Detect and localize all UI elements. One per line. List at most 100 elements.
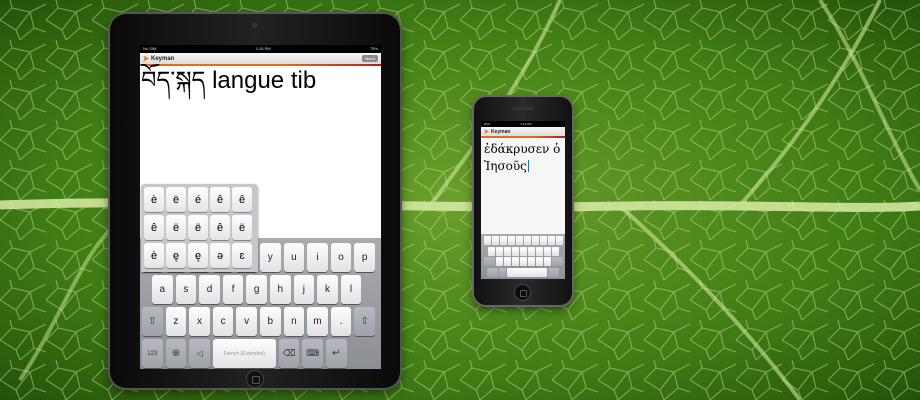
popup-key[interactable]: ë [166, 187, 186, 212]
key-c[interactable]: c [212, 307, 234, 336]
iphone-key[interactable] [519, 257, 527, 266]
keyboard-row-4: 123 ⊕ ◁ French (Extended) ⌫ ⌨ ↵ [140, 339, 381, 368]
key-f[interactable]: f [222, 275, 244, 304]
key-z[interactable]: z [165, 307, 187, 336]
key-s[interactable]: s [175, 275, 197, 304]
ipad-keyman-logo: Keyman [143, 55, 174, 62]
iphone-numbers-key[interactable] [487, 267, 498, 277]
iphone-key[interactable] [495, 257, 503, 266]
iphone-key[interactable] [523, 236, 531, 245]
popup-key[interactable]: ê [144, 215, 164, 240]
space-bar[interactable]: French (Extended) [212, 339, 276, 368]
iphone-key[interactable] [483, 236, 491, 245]
iphone-key[interactable] [491, 236, 499, 245]
popup-key[interactable]: ë [166, 215, 186, 240]
key-l[interactable]: l [340, 275, 362, 304]
keyboard-row-2: a s d f g h j k l [140, 275, 381, 304]
popup-key[interactable]: ę [166, 243, 186, 268]
key-a[interactable]: a [152, 275, 173, 304]
key-b[interactable]: b [259, 307, 281, 336]
popup-key[interactable]: è [144, 187, 164, 212]
keyboard-row-3: ⇧ z x c v b n m . ⇧ [140, 307, 381, 336]
key-p[interactable]: p [354, 243, 375, 272]
popup-key[interactable]: ë [188, 215, 208, 240]
iphone-key[interactable] [555, 236, 563, 245]
ipad-camera [252, 22, 258, 28]
key-i[interactable]: i [307, 243, 328, 272]
key-h[interactable]: h [269, 275, 291, 304]
popup-key[interactable]: é [188, 187, 208, 212]
iphone-backspace-key[interactable] [551, 257, 563, 266]
enter-icon[interactable]: ↵ [325, 339, 347, 368]
key-o[interactable]: o [330, 243, 352, 272]
ipad-status-battery: 75% [369, 46, 378, 51]
iphone-text-line-2: Ἰησοῦς [484, 158, 562, 175]
iphone-keyboard-row [481, 246, 565, 256]
ipad-device: No SIM 1:26 PM 75% Keyman Menu བོད་སྐད l… [110, 14, 400, 388]
iphone-key[interactable] [495, 246, 503, 256]
ipad-home-button[interactable] [246, 370, 264, 388]
popup-key[interactable]: ê [210, 187, 230, 212]
popup-key[interactable]: ë [232, 215, 252, 240]
iphone-key[interactable] [511, 246, 519, 256]
iphone-keyman-logo: Keyman [484, 129, 510, 135]
iphone-key[interactable] [539, 236, 547, 245]
key-period[interactable]: . [330, 307, 352, 336]
iphone-home-button[interactable] [514, 284, 531, 301]
popup-key[interactable]: è [144, 243, 164, 268]
iphone-key[interactable] [503, 246, 511, 256]
iphone-key[interactable] [511, 257, 519, 266]
iphone-keyboard-row [481, 267, 565, 277]
ipad-document-text[interactable]: བོད་སྐད langue tib [140, 66, 381, 94]
key-y[interactable]: y [259, 243, 281, 272]
key-j[interactable]: j [293, 275, 315, 304]
key-g[interactable]: g [246, 275, 267, 304]
ipad-status-carrier: No SIM [143, 46, 157, 51]
popup-key[interactable]: ɛ [232, 243, 252, 268]
backspace-icon[interactable]: ⌫ [278, 339, 300, 368]
iphone-key[interactable] [551, 246, 559, 256]
iphone-speaker [512, 107, 534, 110]
iphone-key[interactable] [535, 257, 543, 266]
iphone-globe-key[interactable] [499, 267, 506, 277]
ipad-menu-button[interactable]: Menu [361, 55, 378, 62]
ipad-screen: No SIM 1:26 PM 75% Keyman Menu བོད་སྐད l… [140, 45, 381, 369]
iphone-key[interactable] [527, 246, 535, 256]
key-d[interactable]: d [199, 275, 220, 304]
popup-key[interactable]: ê [210, 215, 230, 240]
shift-key[interactable]: ⇧ [142, 307, 163, 336]
popup-key[interactable]: ə [210, 243, 230, 268]
numbers-key[interactable]: 123 [142, 339, 163, 368]
iphone-key[interactable] [547, 236, 555, 245]
key-u[interactable]: u [283, 243, 305, 272]
iphone-key[interactable] [515, 236, 523, 245]
iphone-screen: iPod 1:10 PM Keyman ἐδάκρυσεν ὁ Ἰησοῦς [481, 121, 565, 279]
iphone-keyboard [481, 234, 565, 279]
iphone-space-bar[interactable] [507, 267, 547, 277]
iphone-key[interactable] [527, 257, 535, 266]
keyman-logo-icon [143, 55, 149, 62]
iphone-key[interactable] [543, 246, 551, 256]
iphone-key[interactable] [543, 257, 551, 266]
iphone-key[interactable] [507, 236, 515, 245]
iphone-key[interactable] [503, 257, 511, 266]
iphone-key[interactable] [499, 236, 507, 245]
popup-key[interactable]: ê [232, 187, 252, 212]
key-v[interactable]: v [236, 307, 257, 336]
iphone-enter-key[interactable] [548, 267, 559, 277]
iphone-key[interactable] [535, 246, 543, 256]
undo-icon[interactable]: ◁ [189, 339, 210, 368]
key-x[interactable]: x [189, 307, 210, 336]
shift-key-right[interactable]: ⇧ [354, 307, 375, 336]
iphone-document-text[interactable]: ἐδάκρυσεν ὁ Ἰησοῦς [481, 138, 565, 176]
iphone-key[interactable] [487, 246, 495, 256]
popup-key[interactable]: ę [188, 243, 208, 268]
globe-icon[interactable]: ⊕ [165, 339, 187, 368]
key-k[interactable]: k [317, 275, 338, 304]
iphone-key[interactable] [531, 236, 539, 245]
iphone-key[interactable] [519, 246, 527, 256]
hide-keyboard-icon[interactable]: ⌨ [302, 339, 323, 368]
iphone-shift-key[interactable] [483, 257, 495, 266]
key-n[interactable]: n [283, 307, 305, 336]
key-m[interactable]: m [307, 307, 328, 336]
